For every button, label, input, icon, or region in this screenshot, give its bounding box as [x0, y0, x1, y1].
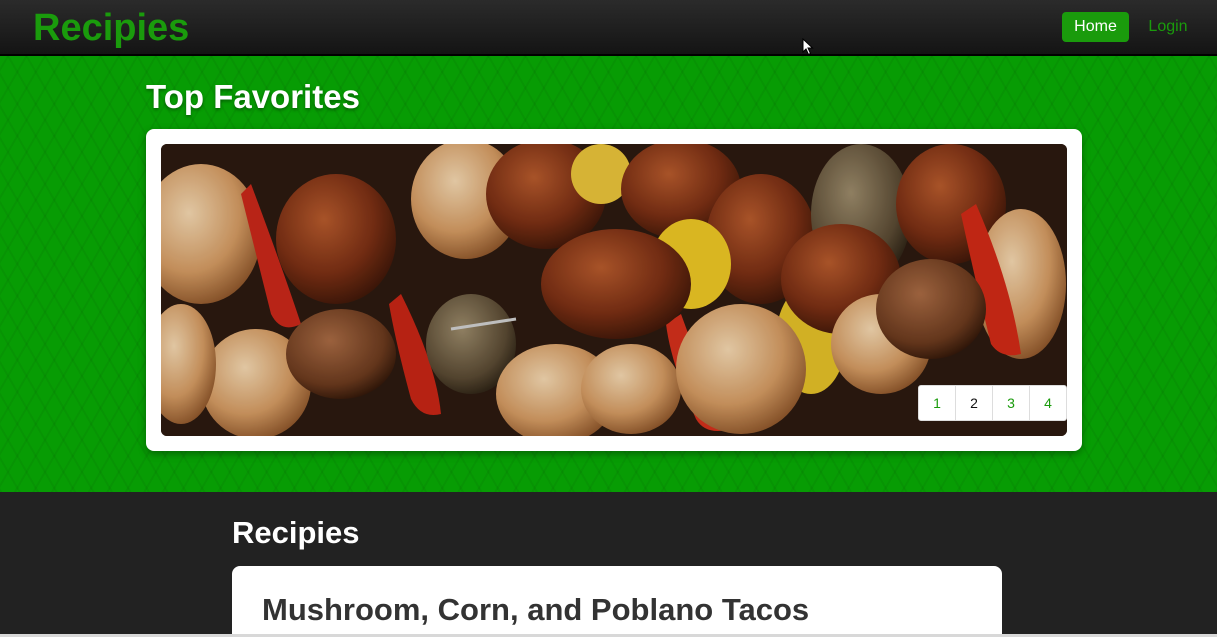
hero-title: Top Favorites [146, 78, 360, 115]
pager-page-4[interactable]: 4 [1030, 386, 1066, 420]
top-navbar: Recipies Home Login [0, 0, 1217, 56]
pager-page-1[interactable]: 1 [919, 386, 956, 420]
brand-logo[interactable]: Recipies [33, 6, 189, 50]
carousel-slide-image[interactable]: 1 2 3 4 [161, 144, 1067, 436]
favorites-carousel: 1 2 3 4 [146, 129, 1082, 451]
nav-login-link[interactable]: Login [1136, 12, 1200, 42]
recipe-title[interactable]: Mushroom, Corn, and Poblano Tacos [262, 592, 809, 628]
nav-home-button[interactable]: Home [1062, 12, 1129, 42]
pager-page-3[interactable]: 3 [993, 386, 1030, 420]
recipe-card[interactable]: Mushroom, Corn, and Poblano Tacos [232, 566, 1002, 637]
recipes-heading: Recipies [232, 515, 360, 550]
pager-page-2[interactable]: 2 [956, 386, 993, 420]
carousel-pager: 1 2 3 4 [918, 385, 1067, 421]
mouse-cursor-icon [802, 38, 814, 56]
hero-section: Top Favorites 1 2 3 4 [0, 56, 1217, 492]
